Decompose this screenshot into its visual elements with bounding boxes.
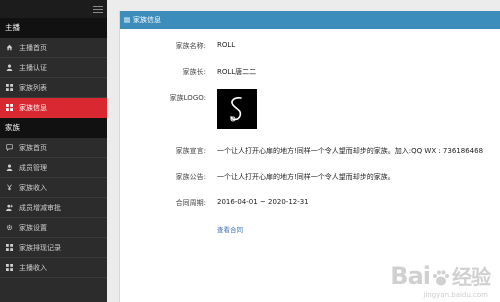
sidebar-item-anchor-home[interactable]: 主播首页 (0, 38, 107, 58)
home-icon (6, 44, 13, 51)
family-leader-value: ROLL唐二二 (217, 68, 257, 76)
watermark-text-b: 经验 (452, 265, 491, 289)
sidebar-item-label: 主播收入 (19, 263, 47, 272)
sidebar-item-label: 主播认证 (19, 63, 47, 72)
gear-icon (6, 224, 13, 231)
list-icon (124, 17, 130, 23)
grid-icon (6, 84, 13, 91)
sidebar-item-label: 家族排现记录 (19, 243, 61, 252)
grid-icon (6, 264, 13, 271)
sidebar-item-member-approval[interactable]: 成员增减审批 (0, 198, 107, 218)
family-name-label: 家族名称: (175, 42, 206, 50)
family-logo-image (217, 89, 257, 129)
sidebar-item-anchor-income[interactable]: 主播收入 (0, 258, 107, 278)
sidebar-item-label: 成员增减审批 (19, 203, 61, 212)
grid-icon (6, 104, 13, 111)
baidu-watermark: Bai 经验 jingyan.baidu.com (390, 261, 491, 300)
family-info-panel: 家族信息 家族名称: ROLL 家族长: ROLL唐二二 家族LOGO: 家族宣… (119, 11, 500, 302)
user-icon (6, 64, 13, 71)
sidebar-item-label: 主播首页 (19, 43, 47, 52)
sidebar-item-label: 家族收入 (19, 183, 47, 192)
paw-icon (431, 266, 451, 286)
sidebar-item-label: 家族首页 (19, 143, 47, 152)
sidebar-item-family-list[interactable]: 家族列表 (0, 78, 107, 98)
sidebar-topbar (0, 0, 107, 18)
view-contract-link[interactable]: 查看合同 (217, 224, 243, 234)
logo-s-icon (230, 97, 242, 122)
sidebar-item-label: 家族列表 (19, 83, 47, 92)
sidebar-item-family-info[interactable]: 家族信息 (0, 98, 107, 118)
user-icon (6, 164, 13, 171)
family-slogan-label: 家族宣言: (175, 147, 206, 155)
watermark-subtext: jingyan.baidu.com (423, 291, 488, 299)
sidebar-item-family-home[interactable]: 家族首页 (0, 138, 107, 158)
sidebar-item-family-income[interactable]: 家族收入 (0, 178, 107, 198)
grid-icon (6, 244, 13, 251)
family-name-value: ROLL (217, 41, 236, 49)
family-leader-label: 家族长: (182, 68, 206, 76)
user-add-icon (6, 204, 13, 211)
sidebar-item-withdraw-records[interactable]: 家族排现记录 (0, 238, 107, 258)
sidebar-item-label: 家族设置 (19, 223, 47, 232)
menu-toggle-icon[interactable] (93, 4, 103, 14)
yen-icon (6, 184, 13, 191)
contract-period-value: 2016-04-01 ~ 2020-12-31 (217, 198, 309, 206)
sidebar-item-family-settings[interactable]: 家族设置 (0, 218, 107, 238)
sidebar-item-member-manage[interactable]: 成员管理 (0, 158, 107, 178)
family-slogan-value: 一个让人打开心扉的地方!同样一个令人望而却步的家族。加入:QQ WX : 736… (217, 147, 484, 155)
family-notice-value: 一个让人打开心扉的地方!同样一个令人望而却步的家族。 (217, 173, 395, 181)
sidebar: 主播 主播首页 主播认证 家族列表 家族信息 家族 家族首页 成员管理 家族收入… (0, 0, 107, 302)
section-header-anchor: 主播 (0, 18, 107, 38)
chat-icon (6, 144, 13, 151)
family-notice-label: 家族公告: (175, 173, 206, 181)
panel-title: 家族信息 (133, 16, 161, 24)
section-header-family: 家族 (0, 118, 107, 138)
family-logo-label: 家族LOGO: (169, 94, 206, 102)
sidebar-item-anchor-certify[interactable]: 主播认证 (0, 58, 107, 78)
watermark-text-a: Bai (390, 261, 431, 290)
contract-period-label: 合同周期: (175, 199, 206, 207)
sidebar-item-label: 成员管理 (19, 163, 47, 172)
sidebar-item-label: 家族信息 (19, 103, 47, 112)
panel-header: 家族信息 (120, 11, 500, 29)
